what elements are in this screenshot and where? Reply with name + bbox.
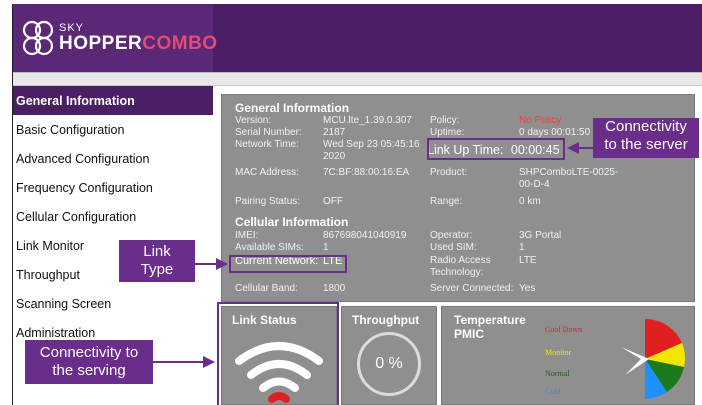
temperature-title: Temperature bbox=[454, 313, 526, 327]
uptime-label: Uptime: bbox=[430, 127, 465, 138]
throughput-title: Throughput bbox=[352, 313, 420, 327]
legend-cool-down: Cool Down bbox=[545, 325, 583, 334]
sidebar-item-frequency-configuration[interactable]: Frequency Configuration bbox=[13, 173, 213, 202]
temperature-subtitle: PMIC bbox=[454, 327, 484, 341]
rat-label: Radio Access bbox=[430, 255, 491, 266]
callout-connectivity-serving: Connectivity to the serving bbox=[25, 340, 153, 384]
legend-normal: Normal bbox=[545, 369, 570, 378]
policy-value: No Policy bbox=[519, 115, 562, 126]
server-connected-label: Server Connected: bbox=[430, 283, 514, 294]
throughput-value: 0 % bbox=[375, 355, 403, 372]
callout-connectivity-serving-line2: the serving bbox=[52, 362, 126, 379]
link-up-time-highlight bbox=[427, 138, 565, 160]
mac-value: 7C:BF:88:00:16:EA bbox=[323, 167, 410, 178]
product-value-line2: 00-D-4 bbox=[519, 179, 550, 190]
sub-header-bar bbox=[13, 72, 702, 86]
callout-connectivity-server-line1: Connectivity bbox=[605, 118, 687, 135]
server-connected-value: Yes bbox=[519, 283, 536, 294]
version-label: Version: bbox=[235, 115, 272, 126]
cellular-band-value: 1800 bbox=[323, 283, 346, 294]
logo-combo-text: COMBO bbox=[142, 33, 218, 54]
mac-label: MAC Address: bbox=[235, 167, 299, 178]
current-network-highlight bbox=[229, 255, 347, 273]
sidebar-item-cellular-configuration[interactable]: Cellular Configuration bbox=[13, 202, 213, 231]
network-time-label: Network Time: bbox=[235, 139, 299, 150]
policy-label: Policy: bbox=[430, 115, 460, 126]
header: SKY HOPPERCOMBO bbox=[13, 4, 702, 72]
serial-label: Serial Number: bbox=[235, 127, 302, 138]
arrowhead-connectivity-server bbox=[567, 142, 579, 154]
callout-link-type-line2: Type bbox=[140, 261, 174, 278]
range-label: Range: bbox=[430, 196, 463, 207]
product-value: SHPComboLTE-0025- bbox=[519, 167, 619, 178]
legend-cold: Cold bbox=[545, 387, 561, 396]
rat-label-line2: Technology: bbox=[430, 267, 484, 278]
temperature-pie-icon bbox=[621, 318, 685, 399]
uptime-value: 0 days 00:01:50 bbox=[519, 127, 591, 138]
imei-label: IMEI: bbox=[235, 230, 259, 241]
sidebar-item-advanced-configuration[interactable]: Advanced Configuration bbox=[13, 144, 213, 173]
arrow-link-type bbox=[195, 263, 217, 265]
link-status-highlight bbox=[217, 302, 339, 405]
used-sim-label: Used SIM: bbox=[430, 242, 477, 253]
throughput-gauge: 0 % bbox=[357, 332, 421, 396]
legend-monitor: Monitor bbox=[545, 348, 572, 357]
version-value: MCU.lte_1.39.0.307 bbox=[323, 115, 412, 126]
cellular-information-title: Cellular Information bbox=[235, 215, 349, 229]
logo-mark-icon bbox=[22, 20, 54, 56]
range-value: 0 km bbox=[519, 196, 541, 207]
rat-value: LTE bbox=[519, 255, 537, 266]
arrow-connectivity-serving bbox=[153, 361, 205, 363]
callout-link-type: Link Type bbox=[119, 240, 195, 282]
callout-link-type-line1: Link bbox=[143, 243, 171, 260]
cellular-band-label: Cellular Band: bbox=[235, 283, 298, 294]
brand-logo: SKY HOPPERCOMBO bbox=[21, 16, 218, 60]
arrow-connectivity-server bbox=[579, 147, 593, 149]
serial-value: 2187 bbox=[323, 127, 346, 138]
logo-hopper-text: HOPPER bbox=[59, 33, 143, 54]
arrowhead-link-type bbox=[216, 258, 228, 270]
callout-connectivity-serving-line1: Connectivity to bbox=[39, 344, 139, 361]
operator-label: Operator: bbox=[430, 230, 473, 241]
sidebar-item-scanning-screen[interactable]: Scanning Screen bbox=[13, 289, 213, 318]
used-sim-value: 1 bbox=[519, 242, 525, 253]
pairing-label: Pairing Status: bbox=[235, 196, 301, 207]
app-window: SKY HOPPERCOMBO General Information Basi… bbox=[12, 4, 702, 405]
arrowhead-connectivity-serving bbox=[203, 356, 215, 368]
throughput-tile[interactable]: Throughput 0 % bbox=[341, 306, 437, 405]
temperature-tile[interactable]: Temperature PMIC Cool Down Monitor Norma… bbox=[441, 306, 695, 405]
available-sims-label: Available SIMs: bbox=[235, 242, 304, 253]
general-information-title: General Information bbox=[235, 101, 350, 115]
network-time-value: Wed Sep 23 05:45:16 bbox=[323, 139, 420, 150]
callout-connectivity-server: Connectivity to the server bbox=[593, 118, 699, 158]
network-time-year: 2020 bbox=[323, 151, 346, 162]
pairing-value: OFF bbox=[323, 196, 343, 207]
available-sims-value: 1 bbox=[323, 242, 329, 253]
sidebar-item-general-information[interactable]: General Information bbox=[13, 86, 213, 115]
sidebar-item-basic-configuration[interactable]: Basic Configuration bbox=[13, 115, 213, 144]
imei-value: 867698041040919 bbox=[323, 230, 407, 241]
operator-value: 3G Portal bbox=[519, 230, 562, 241]
callout-connectivity-server-line2: to the server bbox=[604, 136, 688, 153]
product-label: Product: bbox=[430, 167, 468, 178]
